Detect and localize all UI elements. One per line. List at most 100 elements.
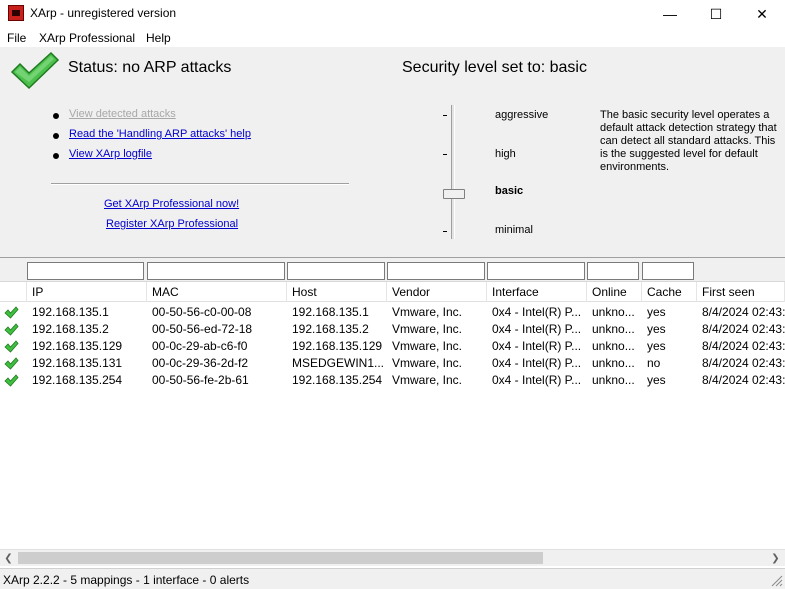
cell-online: unkno... <box>592 356 635 370</box>
cell-ip: 192.168.135.1 <box>32 305 109 319</box>
filter-cache-input[interactable] <box>642 262 694 280</box>
check-icon <box>4 374 19 387</box>
cell-cache: yes <box>647 305 666 319</box>
horizontal-scrollbar[interactable]: ❮ ❯ <box>0 549 785 566</box>
cell-first-seen: 8/4/2024 02:43: <box>702 356 785 370</box>
cell-cache: yes <box>647 339 666 353</box>
level-high[interactable]: high <box>495 148 516 160</box>
cell-online: unkno... <box>592 373 635 387</box>
filter-interface-input[interactable] <box>487 262 585 280</box>
level-basic[interactable]: basic <box>495 185 523 197</box>
cell-interface: 0x4 - Intel(R) P... <box>492 373 582 387</box>
check-icon <box>4 323 19 336</box>
column-header-ip[interactable]: IP <box>27 282 147 302</box>
xarp-app-icon[interactable] <box>8 5 24 21</box>
column-header-mac[interactable]: MAC <box>147 282 287 302</box>
slider-tick <box>443 231 447 232</box>
check-icon <box>4 306 19 319</box>
cell-vendor: Vmware, Inc. <box>392 322 463 336</box>
cell-host: 192.168.135.2 <box>292 322 369 336</box>
level-description: The basic security level operates a defa… <box>600 109 777 173</box>
cell-cache: no <box>647 356 661 370</box>
bullet-icon <box>53 113 59 119</box>
handling-arp-attacks-help-link[interactable]: Read the 'Handling ARP attacks' help <box>69 128 251 140</box>
register-pro-link[interactable]: Register XArp Professional <box>106 218 238 230</box>
level-minimal[interactable]: minimal <box>495 224 533 236</box>
cell-mac: 00-0c-29-36-2d-f2 <box>152 356 249 370</box>
column-header-online[interactable]: Online <box>587 282 642 302</box>
check-icon <box>4 340 19 353</box>
cell-ip: 192.168.135.254 <box>32 373 123 387</box>
cell-online: unkno... <box>592 322 635 336</box>
column-header-interface[interactable]: Interface <box>487 282 587 302</box>
cell-first-seen: 8/4/2024 02:43: <box>702 339 785 353</box>
cell-online: unkno... <box>592 305 635 319</box>
window-title: XArp - unregistered version <box>30 6 177 20</box>
status-bar: XArp 2.2.2 - 5 mappings - 1 interface - … <box>0 568 785 589</box>
filter-online-input[interactable] <box>587 262 639 280</box>
scroll-left-icon[interactable]: ❮ <box>0 550 17 567</box>
table-row[interactable]: 192.168.135.1 00-50-56-c0-00-08 192.168.… <box>0 304 785 321</box>
filter-bar <box>0 257 785 281</box>
table-row[interactable]: 192.168.135.2 00-50-56-ed-72-18 192.168.… <box>0 321 785 338</box>
menu-xarp-professional[interactable]: XArp Professional <box>39 31 135 45</box>
slider-tick <box>443 154 447 155</box>
cell-vendor: Vmware, Inc. <box>392 373 463 387</box>
column-header-status[interactable] <box>0 282 27 302</box>
view-logfile-link[interactable]: View XArp logfile <box>69 148 152 160</box>
divider <box>51 183 349 185</box>
filter-mac-input[interactable] <box>147 262 285 280</box>
bullet-icon <box>53 133 59 139</box>
scrollbar-thumb[interactable] <box>18 552 543 564</box>
status-bar-text: XArp 2.2.2 - 5 mappings - 1 interface - … <box>3 573 250 587</box>
maximize-button[interactable]: ☐ <box>693 0 739 28</box>
slider-tick <box>443 115 447 116</box>
cell-ip: 192.168.135.131 <box>32 356 123 370</box>
resize-grip-icon[interactable] <box>771 575 783 587</box>
cell-first-seen: 8/4/2024 02:43: <box>702 373 785 387</box>
menu-help[interactable]: Help <box>146 31 171 45</box>
security-slider-thumb[interactable] <box>443 189 465 199</box>
cell-vendor: Vmware, Inc. <box>392 356 463 370</box>
cell-interface: 0x4 - Intel(R) P... <box>492 305 582 319</box>
column-header-vendor[interactable]: Vendor <box>387 282 487 302</box>
security-slider-track[interactable] <box>451 105 455 239</box>
cell-interface: 0x4 - Intel(R) P... <box>492 339 582 353</box>
cell-online: unkno... <box>592 339 635 353</box>
cell-ip: 192.168.135.2 <box>32 322 109 336</box>
check-icon <box>4 357 19 370</box>
table-header: IP MAC Host Vendor Interface Online Cach… <box>0 282 785 302</box>
cell-mac: 00-50-56-ed-72-18 <box>152 322 253 336</box>
security-level-text: Security level set to: basic <box>402 59 587 76</box>
cell-vendor: Vmware, Inc. <box>392 305 463 319</box>
close-button[interactable]: ✕ <box>739 0 785 28</box>
column-header-first-seen[interactable]: First seen <box>697 282 785 302</box>
table-row[interactable]: 192.168.135.129 00-0c-29-ab-c6-f0 192.16… <box>0 338 785 355</box>
menu-file[interactable]: File <box>7 31 26 45</box>
cell-mac: 00-0c-29-ab-c6-f0 <box>152 339 248 353</box>
cell-first-seen: 8/4/2024 02:43: <box>702 305 785 319</box>
cell-first-seen: 8/4/2024 02:43: <box>702 322 785 336</box>
filter-ip-input[interactable] <box>27 262 144 280</box>
status-panel: Status: no ARP attacks Security level se… <box>0 47 785 257</box>
cell-interface: 0x4 - Intel(R) P... <box>492 356 582 370</box>
level-aggressive[interactable]: aggressive <box>495 109 548 121</box>
filter-vendor-input[interactable] <box>387 262 485 280</box>
view-detected-attacks-link[interactable]: View detected attacks <box>69 108 176 120</box>
title-bar: XArp - unregistered version — ☐ ✕ <box>0 0 785 28</box>
cell-mac: 00-50-56-fe-2b-61 <box>152 373 249 387</box>
filter-host-input[interactable] <box>287 262 385 280</box>
column-header-host[interactable]: Host <box>287 282 387 302</box>
table-row[interactable]: 192.168.135.254 00-50-56-fe-2b-61 192.16… <box>0 372 785 389</box>
minimize-button[interactable]: — <box>647 0 693 28</box>
check-icon <box>10 51 60 90</box>
cell-host: MSEDGEWIN1... <box>292 356 385 370</box>
column-header-cache[interactable]: Cache <box>642 282 697 302</box>
table-row[interactable]: 192.168.135.131 00-0c-29-36-2d-f2 MSEDGE… <box>0 355 785 372</box>
cell-cache: yes <box>647 373 666 387</box>
bullet-icon <box>53 153 59 159</box>
cell-ip: 192.168.135.129 <box>32 339 123 353</box>
mappings-table: IP MAC Host Vendor Interface Online Cach… <box>0 281 785 549</box>
scroll-right-icon[interactable]: ❯ <box>767 550 784 567</box>
get-pro-link[interactable]: Get XArp Professional now! <box>104 198 239 210</box>
